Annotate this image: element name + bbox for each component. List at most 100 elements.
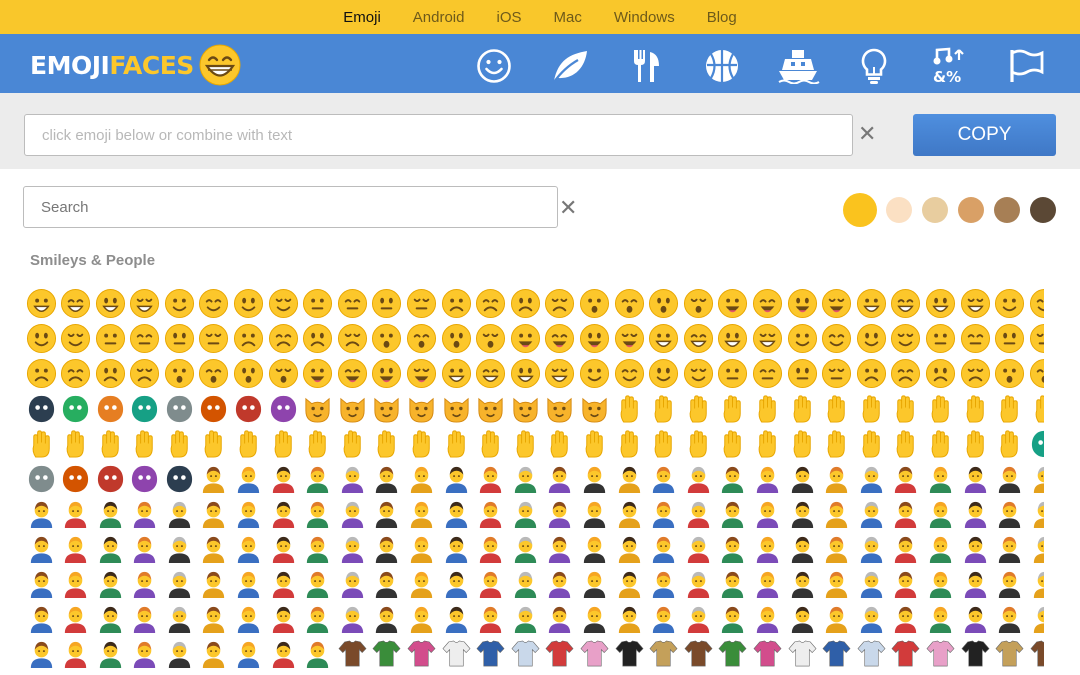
emoji-item[interactable] xyxy=(854,566,888,601)
emoji-item[interactable] xyxy=(543,566,577,601)
emoji-item[interactable] xyxy=(923,566,957,601)
emoji-item[interactable] xyxy=(232,566,266,601)
emoji-item[interactable] xyxy=(232,496,266,531)
emoji-item[interactable] xyxy=(958,321,992,356)
emoji-item[interactable] xyxy=(128,461,162,496)
emoji-item[interactable] xyxy=(681,286,715,321)
emoji-item[interactable] xyxy=(232,636,266,671)
emoji-item[interactable] xyxy=(93,496,127,531)
emoji-item[interactable] xyxy=(923,636,957,671)
emoji-item[interactable] xyxy=(508,601,542,636)
emoji-item[interactable] xyxy=(993,461,1027,496)
emoji-item[interactable] xyxy=(854,496,888,531)
emoji-item[interactable] xyxy=(647,636,681,671)
emoji-item[interactable] xyxy=(474,496,508,531)
fork-knife-icon[interactable] xyxy=(622,46,670,86)
emoji-item[interactable] xyxy=(578,391,612,426)
emoji-item[interactable] xyxy=(370,496,404,531)
emoji-item[interactable] xyxy=(958,391,992,426)
emoji-item[interactable] xyxy=(232,531,266,566)
emoji-item[interactable] xyxy=(716,531,750,566)
emoji-item[interactable] xyxy=(335,356,369,391)
emoji-item[interactable] xyxy=(93,321,127,356)
emoji-item[interactable] xyxy=(24,426,58,461)
emoji-item[interactable] xyxy=(128,286,162,321)
emoji-item[interactable] xyxy=(474,391,508,426)
emoji-item[interactable] xyxy=(854,636,888,671)
emoji-item[interactable] xyxy=(128,391,162,426)
emoji-item[interactable] xyxy=(93,636,127,671)
emoji-item[interactable] xyxy=(508,531,542,566)
emoji-item[interactable] xyxy=(820,496,854,531)
emoji-item[interactable] xyxy=(197,566,231,601)
emoji-item[interactable] xyxy=(197,461,231,496)
emoji-item[interactable] xyxy=(128,636,162,671)
emoji-item[interactable] xyxy=(578,496,612,531)
skin-tone-medium-dark[interactable] xyxy=(994,197,1020,223)
emoji-item[interactable] xyxy=(889,391,923,426)
emoji-item[interactable] xyxy=(578,566,612,601)
emoji-item[interactable] xyxy=(993,496,1027,531)
emoji-item[interactable] xyxy=(439,531,473,566)
emoji-item[interactable] xyxy=(24,566,58,601)
emoji-item[interactable] xyxy=(854,321,888,356)
emoji-item[interactable] xyxy=(335,601,369,636)
emoji-item[interactable] xyxy=(612,286,646,321)
emoji-item[interactable] xyxy=(508,461,542,496)
emoji-item[interactable] xyxy=(993,356,1027,391)
skin-tone-light[interactable] xyxy=(886,197,912,223)
emoji-item[interactable] xyxy=(993,426,1027,461)
emoji-item[interactable] xyxy=(612,356,646,391)
emoji-item[interactable] xyxy=(612,391,646,426)
emoji-item[interactable] xyxy=(266,531,300,566)
emoji-item[interactable] xyxy=(889,286,923,321)
emoji-item[interactable] xyxy=(405,601,439,636)
emoji-item[interactable] xyxy=(578,286,612,321)
emoji-item[interactable] xyxy=(716,496,750,531)
emoji-item[interactable] xyxy=(24,321,58,356)
emoji-item[interactable] xyxy=(301,496,335,531)
emoji-item[interactable] xyxy=(612,566,646,601)
emoji-item[interactable] xyxy=(785,426,819,461)
emoji-item[interactable] xyxy=(716,461,750,496)
emoji-item[interactable] xyxy=(543,391,577,426)
emoji-item[interactable] xyxy=(923,531,957,566)
emoji-item[interactable] xyxy=(405,426,439,461)
emoji-item[interactable] xyxy=(716,636,750,671)
skin-tone-medium-light[interactable] xyxy=(922,197,948,223)
emoji-item[interactable] xyxy=(93,286,127,321)
emoji-item[interactable] xyxy=(128,321,162,356)
emoji-item[interactable] xyxy=(301,356,335,391)
emoji-item[interactable] xyxy=(854,286,888,321)
emoji-item[interactable] xyxy=(750,321,784,356)
emoji-item[interactable] xyxy=(750,391,784,426)
emoji-item[interactable] xyxy=(266,426,300,461)
emoji-item[interactable] xyxy=(508,426,542,461)
emoji-item[interactable] xyxy=(93,601,127,636)
emoji-item[interactable] xyxy=(93,426,127,461)
emoji-item[interactable] xyxy=(162,391,196,426)
emoji-item[interactable] xyxy=(543,601,577,636)
emoji-item[interactable] xyxy=(508,321,542,356)
emoji-item[interactable] xyxy=(820,531,854,566)
emoji-item[interactable] xyxy=(266,566,300,601)
emoji-item[interactable] xyxy=(543,496,577,531)
nav-windows[interactable]: Windows xyxy=(614,9,675,26)
emoji-item[interactable] xyxy=(923,356,957,391)
emoji-item[interactable] xyxy=(335,321,369,356)
emoji-item[interactable] xyxy=(785,636,819,671)
emoji-item[interactable] xyxy=(543,286,577,321)
emoji-item[interactable] xyxy=(785,601,819,636)
emoji-item[interactable] xyxy=(923,286,957,321)
emoji-item[interactable] xyxy=(647,601,681,636)
emoji-item[interactable] xyxy=(59,496,93,531)
emoji-item[interactable] xyxy=(578,636,612,671)
emoji-item[interactable] xyxy=(370,391,404,426)
emoji-item[interactable] xyxy=(59,461,93,496)
emoji-item[interactable] xyxy=(612,426,646,461)
emoji-item[interactable] xyxy=(197,601,231,636)
flag-icon[interactable] xyxy=(1002,46,1050,86)
nav-ios[interactable]: iOS xyxy=(496,9,521,26)
emoji-item[interactable] xyxy=(1027,426,1044,461)
emoji-item[interactable] xyxy=(335,426,369,461)
